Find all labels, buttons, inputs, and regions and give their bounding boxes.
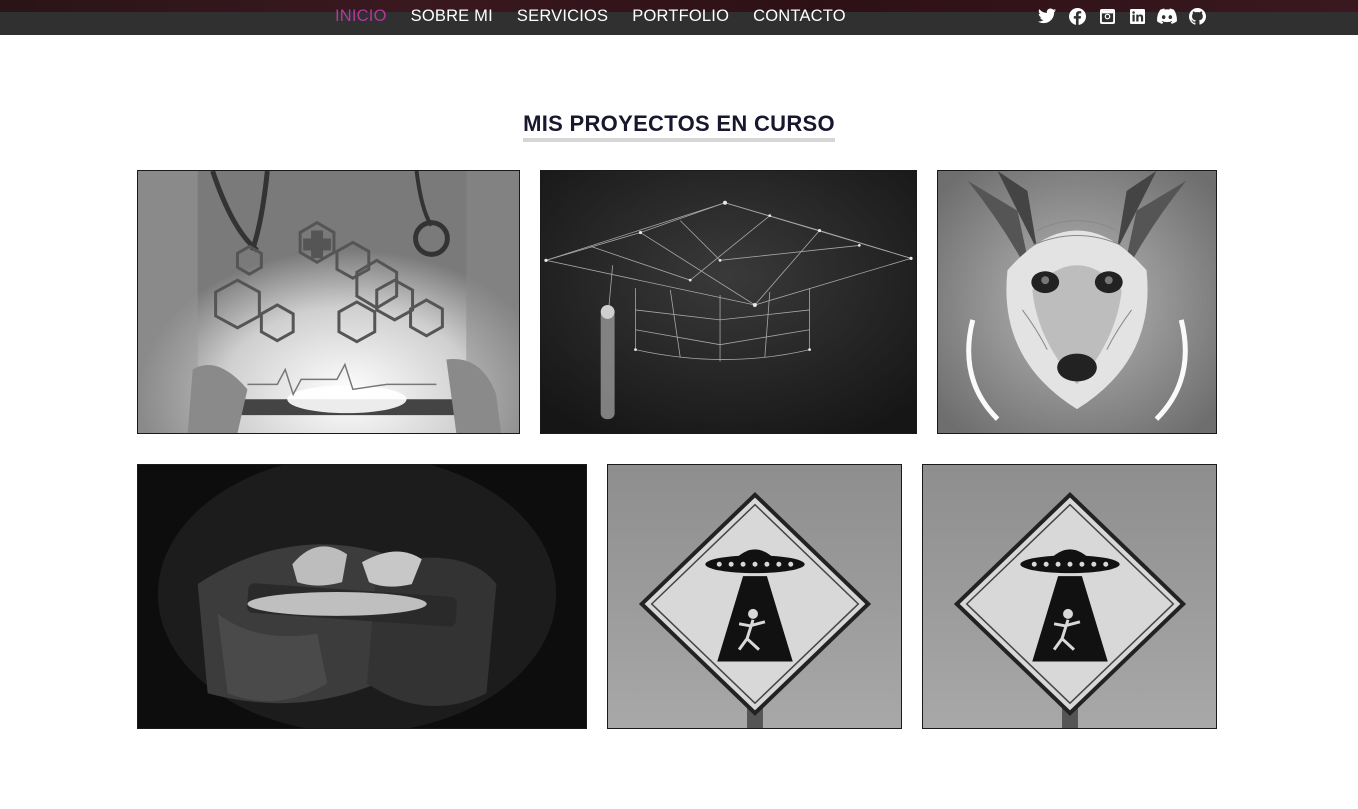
- facebook-icon[interactable]: [1067, 6, 1087, 26]
- section-title: MIS PROYECTOS EN CURSO: [523, 111, 835, 142]
- phone-hands-image: [138, 465, 586, 728]
- ornate-dog-image: [938, 171, 1216, 433]
- top-navbar: INICIO SOBRE MI SERVICIOS PORTFOLIO CONT…: [0, 0, 1358, 35]
- nav-item-sobre-mi[interactable]: SOBRE MI: [411, 6, 493, 26]
- linkedin-icon[interactable]: [1127, 6, 1147, 26]
- nav-item-inicio[interactable]: INICIO: [335, 6, 387, 26]
- project-card-ufo-1[interactable]: [607, 464, 902, 729]
- project-card-dog-art[interactable]: [937, 170, 1217, 434]
- nav-item-servicios[interactable]: SERVICIOS: [517, 6, 608, 26]
- project-card-education[interactable]: [540, 170, 917, 434]
- nav-item-contacto[interactable]: CONTACTO: [753, 6, 846, 26]
- doctor-tablet-image: [138, 171, 519, 433]
- graduation-cap-image: [541, 171, 916, 433]
- nav-menu: INICIO SOBRE MI SERVICIOS PORTFOLIO CONT…: [335, 6, 870, 26]
- discord-icon[interactable]: [1157, 6, 1177, 26]
- github-icon[interactable]: [1187, 6, 1207, 26]
- instagram-icon[interactable]: [1097, 6, 1117, 26]
- twitter-icon[interactable]: [1037, 6, 1057, 26]
- project-card-mobile[interactable]: [137, 464, 587, 729]
- ufo-sign-image: [608, 465, 901, 728]
- project-card-health[interactable]: [137, 170, 520, 434]
- projects-section-header: MIS PROYECTOS EN CURSO: [0, 111, 1358, 142]
- social-links: [1037, 6, 1207, 26]
- project-card-ufo-2[interactable]: [922, 464, 1217, 729]
- ufo-sign-image: [923, 465, 1216, 728]
- nav-item-portfolio[interactable]: PORTFOLIO: [632, 6, 729, 26]
